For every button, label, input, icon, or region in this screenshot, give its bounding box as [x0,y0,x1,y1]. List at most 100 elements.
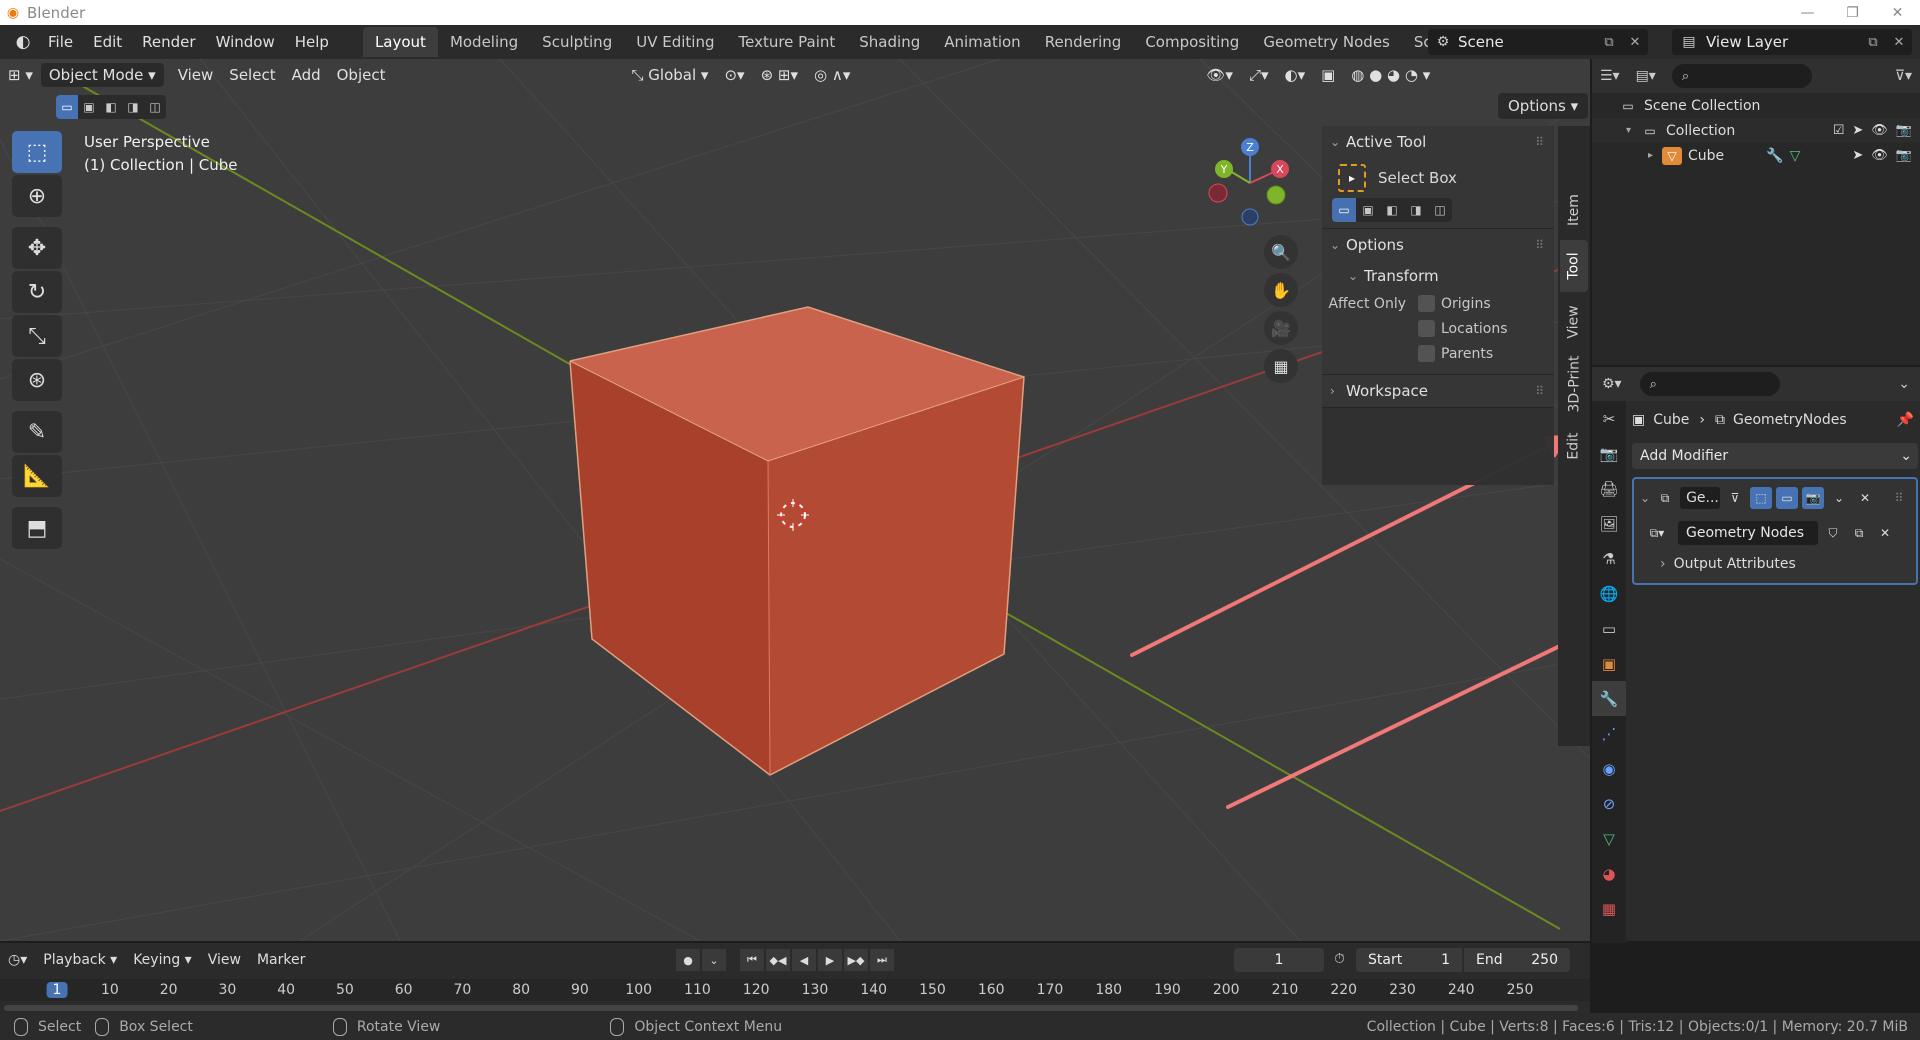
snap-icon[interactable]: ⊛ ⊞▾ [753,63,806,87]
drag-grip-icon[interactable]: ⠿ [1535,384,1544,398]
remove-modifier-icon[interactable]: ✕ [1854,487,1876,509]
menu-object[interactable]: Object [329,63,394,87]
mesh-data-icon[interactable]: ▽ [1790,148,1801,164]
constraint-properties-icon[interactable]: ⊘ [1592,786,1626,821]
active-tool-header[interactable]: ⌄ Active Tool ⠿ [1322,126,1554,158]
delete-view-layer-icon[interactable]: ✕ [1886,35,1912,50]
overlay-toggle-icon[interactable]: ◐▾ [1276,63,1313,87]
record-icon[interactable]: ● [676,949,700,971]
tab-compositing[interactable]: Compositing [1133,27,1251,57]
drag-grip-icon[interactable]: ⠿ [1535,238,1544,252]
camera-icon[interactable]: 📷 [1896,148,1912,163]
scale-tool-icon[interactable]: ⤡ [12,315,62,357]
gizmo-toggle-icon[interactable]: ⤢▾ [1241,63,1277,87]
jump-start-icon[interactable]: ⏮ [740,949,764,971]
move-tool-icon[interactable]: ✥ [12,227,62,269]
edit-mode-toggle-icon[interactable]: ⊽ [1724,487,1746,509]
xray-icon[interactable]: ▣ [1313,63,1343,87]
outliner-row-scene-collection[interactable]: ▭ Scene Collection [1592,93,1920,118]
select-new-icon[interactable]: ▭ [56,95,78,119]
data-properties-icon[interactable]: ▽ [1592,821,1626,856]
tab-texture-paint[interactable]: Texture Paint [726,27,847,57]
select-arrow-icon[interactable]: ➤ [1852,123,1863,138]
play-reverse-icon[interactable]: ◀ [792,949,816,971]
affect-origins-row[interactable]: Affect Only Origins [1322,291,1554,316]
eye-icon[interactable]: 👁 [1871,148,1888,163]
modifier-properties-icon[interactable]: 🔧 [1592,681,1626,716]
add-cube-tool-icon[interactable]: ⬒ [12,507,62,549]
tab-animation[interactable]: Animation [932,27,1032,57]
end-frame-field[interactable]: End 250 [1464,948,1570,972]
scene-selector[interactable]: ⚙ Scene ⧉ ✕ [1428,29,1648,55]
tab-edit[interactable]: Edit [1560,420,1588,472]
transform-subheader[interactable]: ⌄ Transform [1322,261,1554,291]
menu-edit[interactable]: Edit [83,33,132,51]
expand-arrow-icon[interactable]: ▾ [1626,125,1640,136]
3d-viewport[interactable]: ⊞ ▾ Object Mode ▾ View Select Add Object… [0,59,1590,941]
affect-parents-row[interactable]: Parents [1322,341,1554,366]
origins-checkbox[interactable] [1418,295,1435,312]
affect-locations-row[interactable]: Locations [1322,316,1554,341]
drag-grip-icon[interactable]: ⠿ [1888,487,1910,509]
tab-uv-editing[interactable]: UV Editing [624,27,726,57]
menu-window[interactable]: Window [206,33,285,51]
particle-properties-icon[interactable]: ⋰ [1592,716,1626,751]
proportional-edit-icon[interactable]: ◎ ∧▾ [806,63,858,87]
outliner-row-cube[interactable]: ▸ ▽ Cube 🔧 ▽ ➤ 👁 📷 [1592,143,1920,168]
properties-editor-type-icon[interactable]: ⚙▾ [1592,376,1632,392]
expand-arrow-icon[interactable]: ▸ [1648,150,1662,161]
render-toggle-icon[interactable]: 📷 [1802,487,1825,509]
jump-end-icon[interactable]: ⏭ [870,949,894,971]
select-extend-icon[interactable]: ▣ [78,95,100,119]
drag-grip-icon[interactable]: ⠿ [1535,135,1544,149]
camera-view-icon[interactable]: 🎥 [1264,311,1298,345]
perspective-toggle-icon[interactable]: ▦ [1264,349,1298,383]
zoom-icon[interactable]: 🔍 [1264,235,1298,269]
add-modifier-dropdown[interactable]: Add Modifier ⌄ [1632,443,1918,469]
outliner-search-input[interactable]: ⌕ [1671,64,1812,88]
outliner-editor-type-icon[interactable]: ☰▾ [1592,64,1628,88]
select-arrow-icon[interactable]: ➤ [1852,148,1863,163]
visibility-icon[interactable]: 👁▾ [1198,63,1241,87]
timeline-view-menu[interactable]: View [200,952,249,968]
maximize-icon[interactable]: ❐ [1830,0,1875,25]
current-frame-field[interactable]: 1 [1234,948,1324,972]
pin-icon[interactable]: 📌 [1897,412,1914,428]
timeline-scrollbar[interactable] [4,1005,1578,1011]
duplicate-view-layer-icon[interactable]: ⧉ [1860,35,1886,50]
modifier-wrench-icon[interactable]: 🔧 [1766,148,1783,164]
tab-tool[interactable]: Tool [1560,240,1588,292]
tab-3d-print[interactable]: 3D-Print [1560,352,1588,416]
play-icon[interactable]: ▶ [818,949,842,971]
menu-view[interactable]: View [170,63,222,87]
physics-properties-icon[interactable]: ◉ [1592,751,1626,786]
display-mode-icon[interactable]: ▤▾ [1628,64,1664,88]
select-invert-icon[interactable]: ◨ [122,95,144,119]
menu-add[interactable]: Add [284,63,329,87]
world-properties-icon[interactable]: 🌐 [1592,576,1626,611]
stopwatch-icon[interactable]: ⏱ [1334,951,1345,967]
node-group-field[interactable]: Geometry Nodes [1678,521,1818,545]
render-properties-icon[interactable]: 📷 [1592,436,1626,471]
editor-type-icon[interactable]: ⊞ ▾ [0,63,41,87]
duplicate-scene-icon[interactable]: ⧉ [1596,35,1622,50]
tab-rendering[interactable]: Rendering [1033,27,1134,57]
mode-subtract-icon[interactable]: ◧ [1380,198,1404,222]
collapse-icon[interactable]: ⌄ [1640,491,1650,505]
prev-keyframe-icon[interactable]: ◆◀ [766,949,790,971]
tab-shading[interactable]: Shading [847,27,932,57]
object-mode-dropdown[interactable]: Object Mode ▾ [40,63,164,87]
timeline-editor-type-icon[interactable]: ◷▾ [0,952,35,968]
properties-search-input[interactable]: ⌕ [1639,372,1780,396]
view-layer-properties-icon[interactable]: 🖼 [1592,506,1626,541]
eye-icon[interactable]: 👁 [1871,123,1888,138]
tab-view[interactable]: View [1560,296,1588,348]
parents-checkbox[interactable] [1418,345,1435,362]
node-group-browse-icon[interactable]: ⧉▾ [1640,522,1674,544]
select-subtract-icon[interactable]: ◧ [100,95,122,119]
menu-select[interactable]: Select [221,63,283,87]
modifier-name-field[interactable]: Ge... [1680,487,1721,509]
locations-checkbox[interactable] [1418,320,1435,337]
start-frame-field[interactable]: Start 1 [1356,948,1462,972]
menu-file[interactable]: File [38,33,83,51]
